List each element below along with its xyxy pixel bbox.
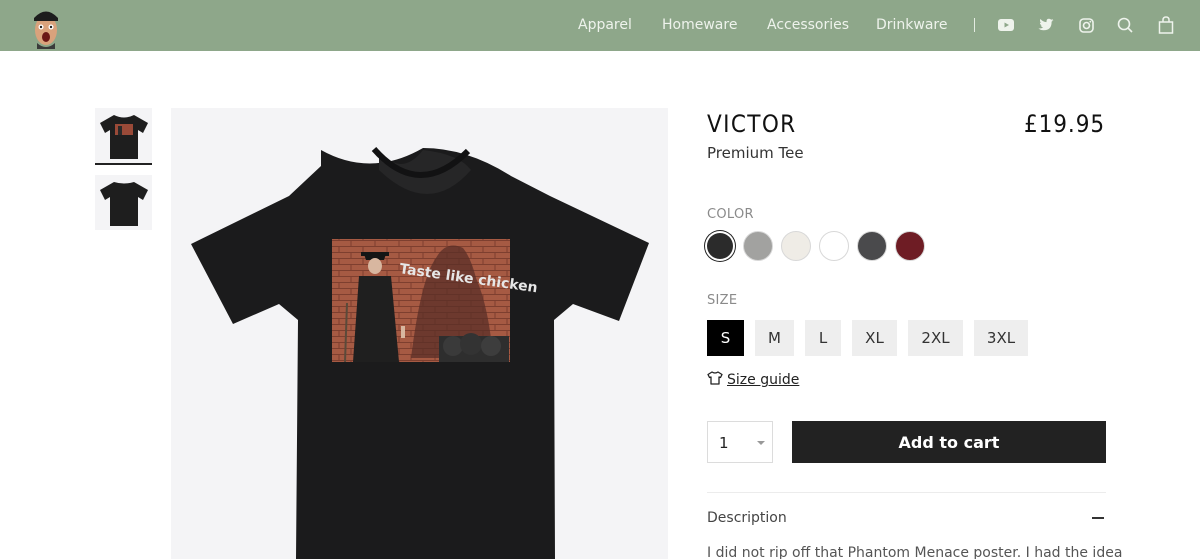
color-swatch-cream[interactable] <box>781 231 811 261</box>
nav-accessories[interactable]: Accessories <box>767 17 849 33</box>
cart-icon[interactable] <box>1156 15 1176 35</box>
search-icon[interactable] <box>1115 15 1135 35</box>
size-guide-label: Size guide <box>727 372 800 388</box>
color-label: COLOR <box>707 207 754 222</box>
tshirt-icon <box>707 371 723 389</box>
youtube-icon[interactable] <box>996 15 1016 35</box>
nav-homeware[interactable]: Homeware <box>662 17 737 33</box>
size-option-m[interactable]: M <box>755 320 794 356</box>
product-subtitle: Premium Tee <box>707 144 804 162</box>
instagram-icon[interactable] <box>1076 15 1096 35</box>
add-to-cart-button[interactable]: Add to cart <box>792 421 1106 463</box>
quantity-value: 1 <box>719 434 729 452</box>
size-option-s[interactable]: S <box>707 320 744 356</box>
color-swatch-grey[interactable] <box>743 231 773 261</box>
color-swatch-maroon[interactable] <box>895 231 925 261</box>
thumbnail-back[interactable] <box>95 175 152 230</box>
product-price: £19.95 <box>1024 110 1105 138</box>
size-option-2xl[interactable]: 2XL <box>908 320 963 356</box>
size-guide-link[interactable]: Size guide <box>707 371 799 389</box>
product-image: Taste like chicken <box>171 108 668 559</box>
logo[interactable] <box>30 3 62 49</box>
tee-print-graphic <box>332 239 510 363</box>
size-option-3xl[interactable]: 3XL <box>974 320 1028 356</box>
size-option-xl[interactable]: XL <box>852 320 897 356</box>
size-option-l[interactable]: L <box>805 320 841 356</box>
nav-drinkware[interactable]: Drinkware <box>876 17 948 33</box>
color-swatch-white[interactable] <box>819 231 849 261</box>
thumbnail-active-indicator <box>95 163 152 165</box>
thumbnail-front[interactable] <box>95 108 152 163</box>
twitter-icon[interactable] <box>1036 15 1056 35</box>
description-text: I did not rip off that Phantom Menace po… <box>707 545 1127 559</box>
nav-apparel[interactable]: Apparel <box>578 17 632 33</box>
color-swatch-black[interactable] <box>707 233 733 259</box>
nav-divider <box>974 18 975 32</box>
description-label[interactable]: Description <box>707 510 787 526</box>
product-title: VICTOR <box>707 110 797 138</box>
quantity-select[interactable]: 1 <box>707 421 773 463</box>
color-swatch-charcoal[interactable] <box>857 231 887 261</box>
size-label: SIZE <box>707 293 738 308</box>
collapse-minus-icon[interactable] <box>1092 517 1104 519</box>
site-header: Apparel Homeware Accessories Drinkware <box>0 0 1200 51</box>
description-divider <box>707 492 1106 493</box>
chevron-down-icon <box>757 441 765 445</box>
